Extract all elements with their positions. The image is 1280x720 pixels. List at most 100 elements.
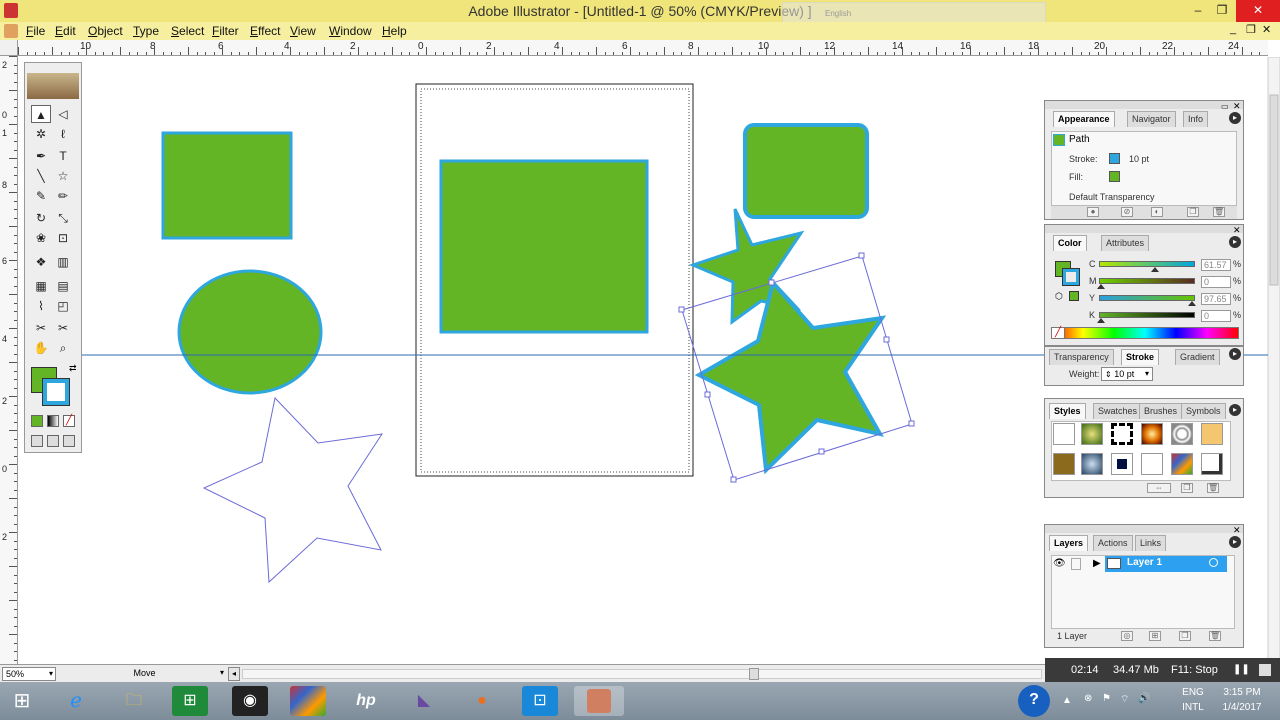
style-sun[interactable] (1141, 423, 1163, 445)
menu-effect[interactable]: Effect (250, 24, 280, 38)
paintbrush-tool[interactable]: ✎ (31, 187, 51, 205)
menu-select[interactable]: Select (171, 24, 204, 38)
style-navy-square[interactable] (1111, 453, 1133, 475)
keyboard-layout[interactable]: INTL (1178, 702, 1208, 713)
type-tool[interactable]: T (53, 147, 73, 165)
style-rings[interactable] (1171, 423, 1193, 445)
panel-menu-icon[interactable]: ▸ (1229, 404, 1241, 416)
channel-slider[interactable] (1099, 295, 1195, 301)
status-tool-field[interactable]: Move ▾ (60, 667, 226, 681)
panel-menu-icon[interactable]: ▸ (1229, 236, 1241, 248)
color-stroke-proxy[interactable] (1062, 268, 1080, 286)
horizontal-scrollbar-thumb[interactable] (749, 668, 759, 680)
firefox-icon[interactable]: ● (464, 686, 500, 716)
pencil-tool[interactable]: ✏ (53, 187, 73, 205)
clear-appearance-icon[interactable]: ⊘ (1121, 207, 1133, 217)
tray-network-icon[interactable]: ⊗ (1084, 693, 1092, 704)
tab-navigator[interactable]: Navigator (1127, 111, 1176, 127)
channel-value-field[interactable]: 0 (1201, 310, 1231, 322)
panel-close-icon[interactable]: ✕ (1233, 525, 1241, 536)
channel-slider-thumb[interactable] (1188, 301, 1197, 306)
style-texture[interactable] (1053, 453, 1075, 475)
clock-date[interactable]: 1/4/2017 (1212, 702, 1272, 713)
direct-selection-tool[interactable]: ◁ (53, 105, 73, 123)
star-tool[interactable]: ☆ (53, 167, 73, 185)
panel-close-icon[interactable]: ✕ (1233, 101, 1241, 112)
style-green-glow[interactable] (1081, 423, 1103, 445)
none-mode-button[interactable]: ╱ (63, 415, 75, 427)
new-style-icon[interactable]: ❐ (1181, 483, 1193, 493)
make-clipping-mask-icon[interactable]: ◎ (1121, 631, 1133, 641)
tray-volume-icon[interactable]: 🔊 (1138, 693, 1150, 704)
free-transform-tool[interactable]: ⊡ (53, 229, 73, 247)
style-shadow[interactable] (1201, 453, 1223, 475)
graph-tool[interactable]: ▥ (53, 253, 73, 271)
scale-tool[interactable]: ⤡ (53, 209, 73, 227)
panel-minimize-icon[interactable]: ▭ (1221, 102, 1229, 111)
slice-tool[interactable]: ✂ (31, 319, 51, 337)
new-sublayer-icon[interactable]: ⊞ (1149, 631, 1161, 641)
tab-gradient[interactable]: Gradient (1175, 349, 1220, 365)
channel-slider-thumb[interactable] (1150, 267, 1159, 272)
tray-flag-icon[interactable]: ⚑ (1102, 693, 1111, 704)
menu-help[interactable]: Help (382, 24, 407, 38)
style-dashed[interactable] (1111, 423, 1133, 445)
doc-close-button[interactable]: ✕ (1262, 23, 1271, 36)
clock-time[interactable]: 3:15 PM (1212, 687, 1272, 698)
delete-style-icon[interactable]: 🗑 (1207, 483, 1219, 493)
channel-value-field[interactable]: 61.57 (1201, 259, 1231, 271)
fill-swatch-icon[interactable] (1109, 171, 1120, 182)
layer-target-icon[interactable] (1209, 558, 1218, 567)
pen-tool[interactable]: ✒ (31, 147, 51, 165)
ruler-origin[interactable] (0, 40, 18, 56)
stroke-color-swatch[interactable] (42, 378, 70, 406)
help-icon[interactable]: ? (1018, 685, 1050, 717)
break-link-icon[interactable]: ⇔ (1147, 483, 1171, 493)
tab-appearance[interactable]: Appearance (1053, 111, 1115, 127)
warp-tool[interactable]: ❀ (31, 229, 51, 247)
file-explorer-icon[interactable]: 🗀 (116, 686, 152, 716)
tab-layers[interactable]: Layers (1049, 535, 1089, 551)
scissors-tool[interactable]: ✂ (53, 319, 73, 337)
none-color-icon[interactable]: ╱ (1051, 327, 1065, 339)
restore-button[interactable]: ❐ (1208, 0, 1236, 22)
menu-type[interactable]: Type (133, 24, 159, 38)
tab-actions[interactable]: Actions (1093, 535, 1133, 551)
reduce-basic-icon[interactable]: ◐ (1151, 207, 1163, 217)
full-screen-menu-mode-button[interactable] (47, 435, 59, 447)
close-button[interactable]: ✕ (1236, 0, 1280, 22)
camera-app-icon[interactable]: ◉ (232, 686, 268, 716)
standard-screen-mode-button[interactable] (31, 435, 43, 447)
stroke-swatch-icon[interactable] (1109, 153, 1120, 164)
doc-restore-button[interactable]: ❐ (1246, 23, 1256, 36)
tab-attributes[interactable]: Attributes (1101, 235, 1150, 251)
style-orange[interactable] (1201, 423, 1223, 445)
new-layer-icon[interactable]: ❐ (1179, 631, 1191, 641)
style-white[interactable] (1141, 453, 1163, 475)
tab-symbols[interactable]: Symbols (1181, 403, 1226, 419)
document-icon[interactable] (4, 24, 18, 38)
swap-colors-icon[interactable]: ⇄ (69, 363, 77, 374)
rotate-tool[interactable]: ↻ (31, 209, 51, 227)
tab-color[interactable]: Color (1053, 235, 1087, 251)
channel-slider-thumb[interactable] (1096, 284, 1105, 289)
internet-explorer-icon[interactable]: ℯ (58, 686, 94, 716)
toolbox-splash-image[interactable] (27, 73, 79, 99)
delete-layer-icon[interactable]: 🗑 (1209, 631, 1221, 641)
scroll-left-button[interactable]: ◂ (228, 667, 240, 681)
pause-icon[interactable]: ❚❚ (1233, 664, 1250, 675)
hand-tool[interactable]: ✋ (31, 339, 51, 357)
mesh-tool[interactable]: ▦ (31, 277, 51, 295)
channel-slider[interactable] (1099, 312, 1195, 318)
channel-value-field[interactable]: 0 (1201, 276, 1231, 288)
web-safe-color-swatch[interactable] (1069, 291, 1079, 301)
panel-close-icon[interactable]: ✕ (1233, 225, 1241, 236)
menu-edit[interactable]: Edit (55, 24, 76, 38)
tab-stroke[interactable]: Stroke (1121, 349, 1160, 365)
windows-start-icon[interactable]: ⊞ (4, 686, 40, 716)
new-art-basic-icon[interactable]: ● (1087, 207, 1099, 217)
weight-dropdown-icon[interactable]: ▾ (1145, 369, 1149, 378)
menu-view[interactable]: View (290, 24, 316, 38)
zoom-dropdown-icon[interactable]: ▾ (49, 668, 53, 680)
channel-slider[interactable] (1099, 261, 1195, 267)
